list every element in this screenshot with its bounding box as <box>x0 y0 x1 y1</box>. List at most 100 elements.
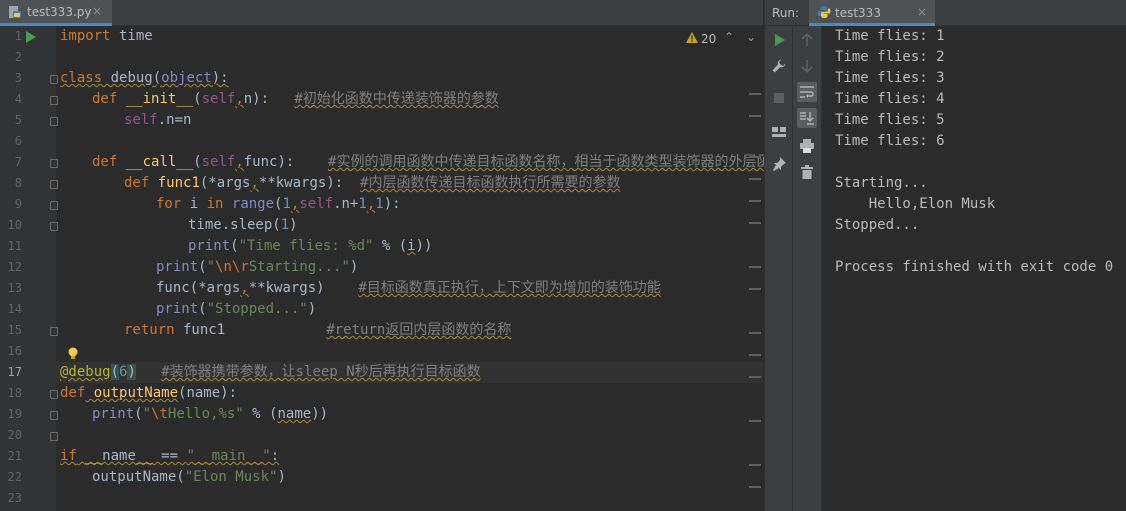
code-line[interactable]: for i in range(1,self.n+1,1): <box>56 194 763 215</box>
error-stripe-mark[interactable] <box>749 222 761 224</box>
code-line[interactable]: class debug(object): <box>56 68 763 89</box>
layout-icon <box>772 127 786 137</box>
code-line[interactable]: self.n=n <box>56 110 763 131</box>
code-line[interactable]: print("\n\rStarting...") <box>56 257 763 278</box>
code-line[interactable]: def __init__(self,n): #初始化函数中传递装饰器的参数 <box>56 89 763 110</box>
string: "__main__" <box>186 448 271 464</box>
string: " <box>142 406 152 422</box>
punct: )) <box>311 406 329 422</box>
code-line-current[interactable]: @debug(6) #装饰器携带参数，让sleep N秒后再执行目标函数 <box>56 362 763 383</box>
error-stripe-mark[interactable] <box>749 464 761 466</box>
code-line[interactable]: def outputName(name): <box>56 383 763 404</box>
error-stripe-mark[interactable] <box>749 332 761 334</box>
keyword: in <box>206 196 224 212</box>
chevron-down-icon[interactable]: ⌄ <box>746 30 756 44</box>
code-line[interactable]: return func1 #return返回内层函数的名称 <box>56 320 763 341</box>
code-line[interactable]: print("Time flies: %d" % (i)) <box>56 236 763 257</box>
punct: : <box>270 448 280 464</box>
identifier: func1 <box>174 322 226 338</box>
error-stripe-mark[interactable] <box>749 288 761 290</box>
builtin: range <box>231 196 275 212</box>
output-line: Process finished with exit code 0 <box>835 259 1114 275</box>
code-area[interactable]: import time class debug(object): def __i… <box>56 26 784 511</box>
close-tab-icon[interactable]: × <box>917 5 927 19</box>
run-tab-test333[interactable]: test333 × <box>809 0 935 26</box>
error-stripe-mark[interactable] <box>749 266 761 268</box>
decorator: @debug <box>60 364 111 380</box>
line-number: 3 <box>14 71 22 85</box>
code-line[interactable]: import time <box>56 26 763 47</box>
run-gutter-icon[interactable] <box>26 31 36 43</box>
builtin: print <box>156 301 199 317</box>
keyword: import <box>60 28 111 44</box>
code-line[interactable]: print("\tHello,%s" % (name)) <box>56 404 763 425</box>
tab-test333-py[interactable]: test333.py × <box>0 0 112 26</box>
output-line: Time flies: 3 <box>835 70 945 86</box>
error-stripe-mark[interactable] <box>749 486 761 488</box>
identifier: i <box>407 238 416 254</box>
soft-wrap-button[interactable] <box>797 82 817 102</box>
self-param: self <box>201 91 236 107</box>
print-button[interactable] <box>797 136 817 156</box>
run-console-output[interactable]: Time flies: 1 Time flies: 2 Time flies: … <box>835 26 1126 511</box>
params: **kwargs): <box>258 175 344 191</box>
code-line[interactable]: outputName("Elon Musk") <box>56 467 763 488</box>
string: "Elon Musk" <box>184 469 278 485</box>
play-icon <box>775 34 785 46</box>
stop-icon <box>774 93 784 103</box>
edit-config-button[interactable] <box>769 56 789 76</box>
close-tab-icon[interactable]: × <box>92 4 102 18</box>
error-stripe-mark[interactable] <box>749 376 761 378</box>
comma: , <box>250 175 259 191</box>
stop-button[interactable] <box>769 88 789 108</box>
line-number: 18 <box>7 386 22 400</box>
error-stripe-mark[interactable] <box>749 115 761 117</box>
code-line[interactable]: time.sleep(1) <box>56 215 763 236</box>
run-label: Run: <box>772 6 800 20</box>
code-line[interactable]: func(*args,**kwargs) #目标函数真正执行，上下文即为增加的装… <box>56 278 763 299</box>
code-line[interactable]: def func1(*args,**kwargs): #内层函数传递目标函数执行… <box>56 173 763 194</box>
error-stripe-mark[interactable] <box>749 200 761 202</box>
number: 1 <box>375 196 384 212</box>
code-line[interactable]: if __name__ == "__main__": <box>56 446 763 467</box>
code-line[interactable]: def __call__(self,func): #实例的调用函数中传递目标函数… <box>56 152 784 173</box>
string: Hello,%s" <box>167 406 244 422</box>
output-line: Hello,Elon Musk <box>835 196 996 212</box>
clear-all-button[interactable] <box>797 162 817 182</box>
editor-tab-bar: test333.py × <box>0 0 763 26</box>
editor-pane[interactable]: test333.py × 1 2 3 4 5 6 7 8 9 10 11 12 … <box>0 0 784 511</box>
chevron-up-icon[interactable]: ⌃ <box>724 30 734 44</box>
lightbulb-icon[interactable] <box>68 347 78 361</box>
error-stripe-mark[interactable] <box>749 156 761 158</box>
restore-layout-button[interactable] <box>769 122 789 142</box>
previous-occurrence-button[interactable] <box>797 30 817 50</box>
function-name: __init__ <box>117 91 194 107</box>
string: "Stopped..." <box>206 301 308 317</box>
line-number: 21 <box>7 449 22 463</box>
next-occurrence-button[interactable] <box>797 56 817 76</box>
error-stripe-mark[interactable] <box>749 178 761 180</box>
gutter[interactable]: 1 2 3 4 5 6 7 8 9 10 11 12 13 14 15 16 1… <box>0 26 58 511</box>
scroll-to-end-button[interactable] <box>797 108 817 128</box>
run-tool-window[interactable]: Run: test333 × Time flies: 1 Time flies:… <box>764 0 1126 511</box>
comment: #初始化函数中传递装饰器的参数 <box>294 91 499 107</box>
punct: )) <box>415 238 433 254</box>
rerun-button[interactable] <box>769 30 789 50</box>
punct: ( <box>198 301 207 317</box>
params: n): <box>243 91 270 107</box>
class-name: debug <box>102 70 153 86</box>
punct: ( <box>230 238 239 254</box>
error-stripe-mark[interactable] <box>749 93 761 95</box>
comment: #内层函数传递目标函数执行所需要的参数 <box>360 175 621 191</box>
line-number: 14 <box>7 302 22 316</box>
punct: ) <box>289 217 298 233</box>
escape-sequence: \n\r <box>215 259 249 275</box>
error-stripe-mark[interactable] <box>749 420 761 422</box>
number: 1 <box>358 196 367 212</box>
code-line[interactable]: print("Stopped...") <box>56 299 763 320</box>
run-tab-label: test333 <box>835 6 881 20</box>
pin-tab-button[interactable] <box>769 154 789 174</box>
pin-icon <box>773 157 786 171</box>
error-stripe-mark[interactable] <box>749 354 761 356</box>
output-line: Time flies: 1 <box>835 28 945 44</box>
